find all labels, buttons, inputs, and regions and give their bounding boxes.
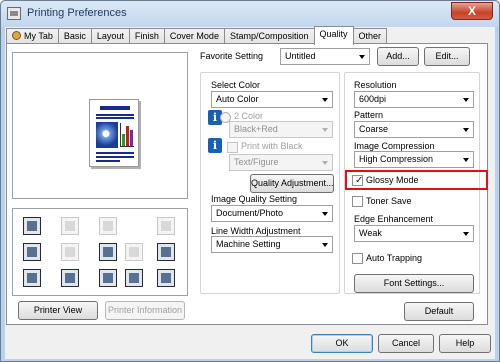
tab-label: My Tab [24, 31, 53, 41]
chevron-down-icon [359, 55, 365, 59]
chevron-down-icon [322, 212, 328, 216]
booklet-option-icon [125, 243, 143, 261]
quality-adjustment-button[interactable]: Quality Adjustment... [250, 174, 334, 193]
pattern-value: Coarse [359, 124, 389, 134]
ok-button[interactable]: OK [311, 334, 373, 353]
default-button[interactable]: Default [404, 302, 474, 321]
printer-information-button: Printer Information [105, 301, 185, 320]
edge-enhancement-dropdown[interactable]: Weak [354, 225, 474, 242]
tab-other[interactable]: Other [352, 28, 388, 44]
toner-save-checkbox[interactable] [352, 196, 363, 207]
favorite-setting-label: Favorite Setting [200, 51, 264, 61]
chevron-down-icon [322, 98, 328, 102]
edge-enhancement-value: Weak [359, 228, 382, 238]
two-color-value: Black+Red [234, 124, 278, 134]
printer-view-button[interactable]: Printer View [18, 301, 98, 320]
image-quality-dropdown[interactable]: Document/Photo [211, 205, 333, 222]
auto-trapping-label: Auto Trapping [366, 253, 423, 263]
print-with-black-dropdown: Text/Figure [229, 154, 333, 171]
image-compression-label: Image Compression [354, 141, 435, 151]
print-with-black-value: Text/Figure [234, 157, 279, 167]
help-button[interactable]: Help [439, 334, 491, 353]
print-preview [12, 52, 188, 199]
duplex-icon [23, 243, 41, 261]
close-button[interactable]: X [451, 2, 493, 20]
tab-layout[interactable]: Layout [90, 28, 130, 44]
favorite-setting-select[interactable]: Untitled [280, 48, 370, 65]
two-color-dropdown: Black+Red [229, 121, 333, 138]
toner-save-label: Toner Save [366, 196, 412, 206]
chevron-down-icon [463, 98, 469, 102]
printer-icon [7, 7, 21, 20]
chevron-down-icon [322, 161, 328, 165]
favorite-setting-value: Untitled [285, 51, 316, 61]
print-with-black-label: Print with Black [241, 141, 303, 151]
tab-basic[interactable]: Basic [57, 28, 92, 44]
two-color-label: 2 Color [234, 111, 264, 121]
account-track-icon [99, 269, 117, 287]
overlay-icon [157, 269, 175, 287]
chevron-down-icon [322, 243, 328, 247]
add-button[interactable]: Add... [377, 47, 419, 66]
font-settings-button[interactable]: Font Settings... [354, 274, 474, 293]
line-width-dropdown[interactable]: Machine Setting [211, 236, 333, 253]
tab-cover-mode[interactable]: Cover Mode [163, 28, 225, 44]
edge-enhancement-label: Edge Enhancement [354, 214, 434, 224]
tab-stamp-composition[interactable]: Stamp/Composition [223, 28, 315, 44]
resolution-value: 600dpi [359, 94, 387, 104]
select-color-dropdown[interactable]: Auto Color [211, 91, 333, 108]
select-color-label: Select Color [211, 80, 261, 90]
edit-button[interactable]: Edit... [424, 47, 470, 66]
image-compression-dropdown[interactable]: High Compression [354, 151, 474, 168]
tab-quality[interactable]: Quality [313, 26, 354, 45]
tab-finish[interactable]: Finish [128, 28, 165, 44]
info-icon: i [208, 138, 222, 153]
person-icon [12, 31, 21, 40]
chevron-down-icon [463, 128, 469, 132]
image-quality-label: Image Quality Setting [211, 194, 298, 204]
line-width-value: Machine Setting [216, 239, 281, 249]
user-auth-icon [61, 269, 79, 287]
select-color-value: Auto Color [216, 94, 259, 104]
chevron-down-icon [322, 128, 328, 132]
tab-bar: My Tab Basic Layout Finish Cover Mode St… [6, 26, 388, 45]
finishing-icon-grid [12, 208, 188, 296]
tab-my-tab[interactable]: My Tab [6, 28, 59, 44]
staple-icon [23, 217, 41, 235]
resolution-label: Resolution [354, 80, 397, 90]
image-compression-value: High Compression [359, 154, 434, 164]
punch-icon [61, 217, 79, 235]
combine-icon [61, 243, 79, 261]
sort-icon [157, 243, 175, 261]
chevron-down-icon [463, 158, 469, 162]
fold-icon [99, 217, 117, 235]
title-bar[interactable]: Printing Preferences X [1, 1, 499, 27]
stamp-icon [125, 269, 143, 287]
cancel-button[interactable]: Cancel [378, 334, 434, 353]
image-quality-value: Document/Photo [216, 208, 284, 218]
pattern-dropdown[interactable]: Coarse [354, 121, 474, 138]
line-width-label: Line Width Adjustment [211, 226, 301, 236]
window-title: Printing Preferences [27, 7, 127, 19]
resolution-dropdown[interactable]: 600dpi [354, 91, 474, 108]
cover-sheet-icon [23, 269, 41, 287]
auto-trapping-checkbox[interactable] [352, 253, 363, 264]
booklet-icon [99, 243, 117, 261]
pattern-label: Pattern [354, 110, 384, 120]
print-with-black-checkbox [227, 142, 238, 153]
page-preview-image [89, 99, 139, 167]
chevron-down-icon [463, 232, 469, 236]
glossy-mode-highlight [345, 170, 488, 190]
output-tray-icon [157, 217, 175, 235]
